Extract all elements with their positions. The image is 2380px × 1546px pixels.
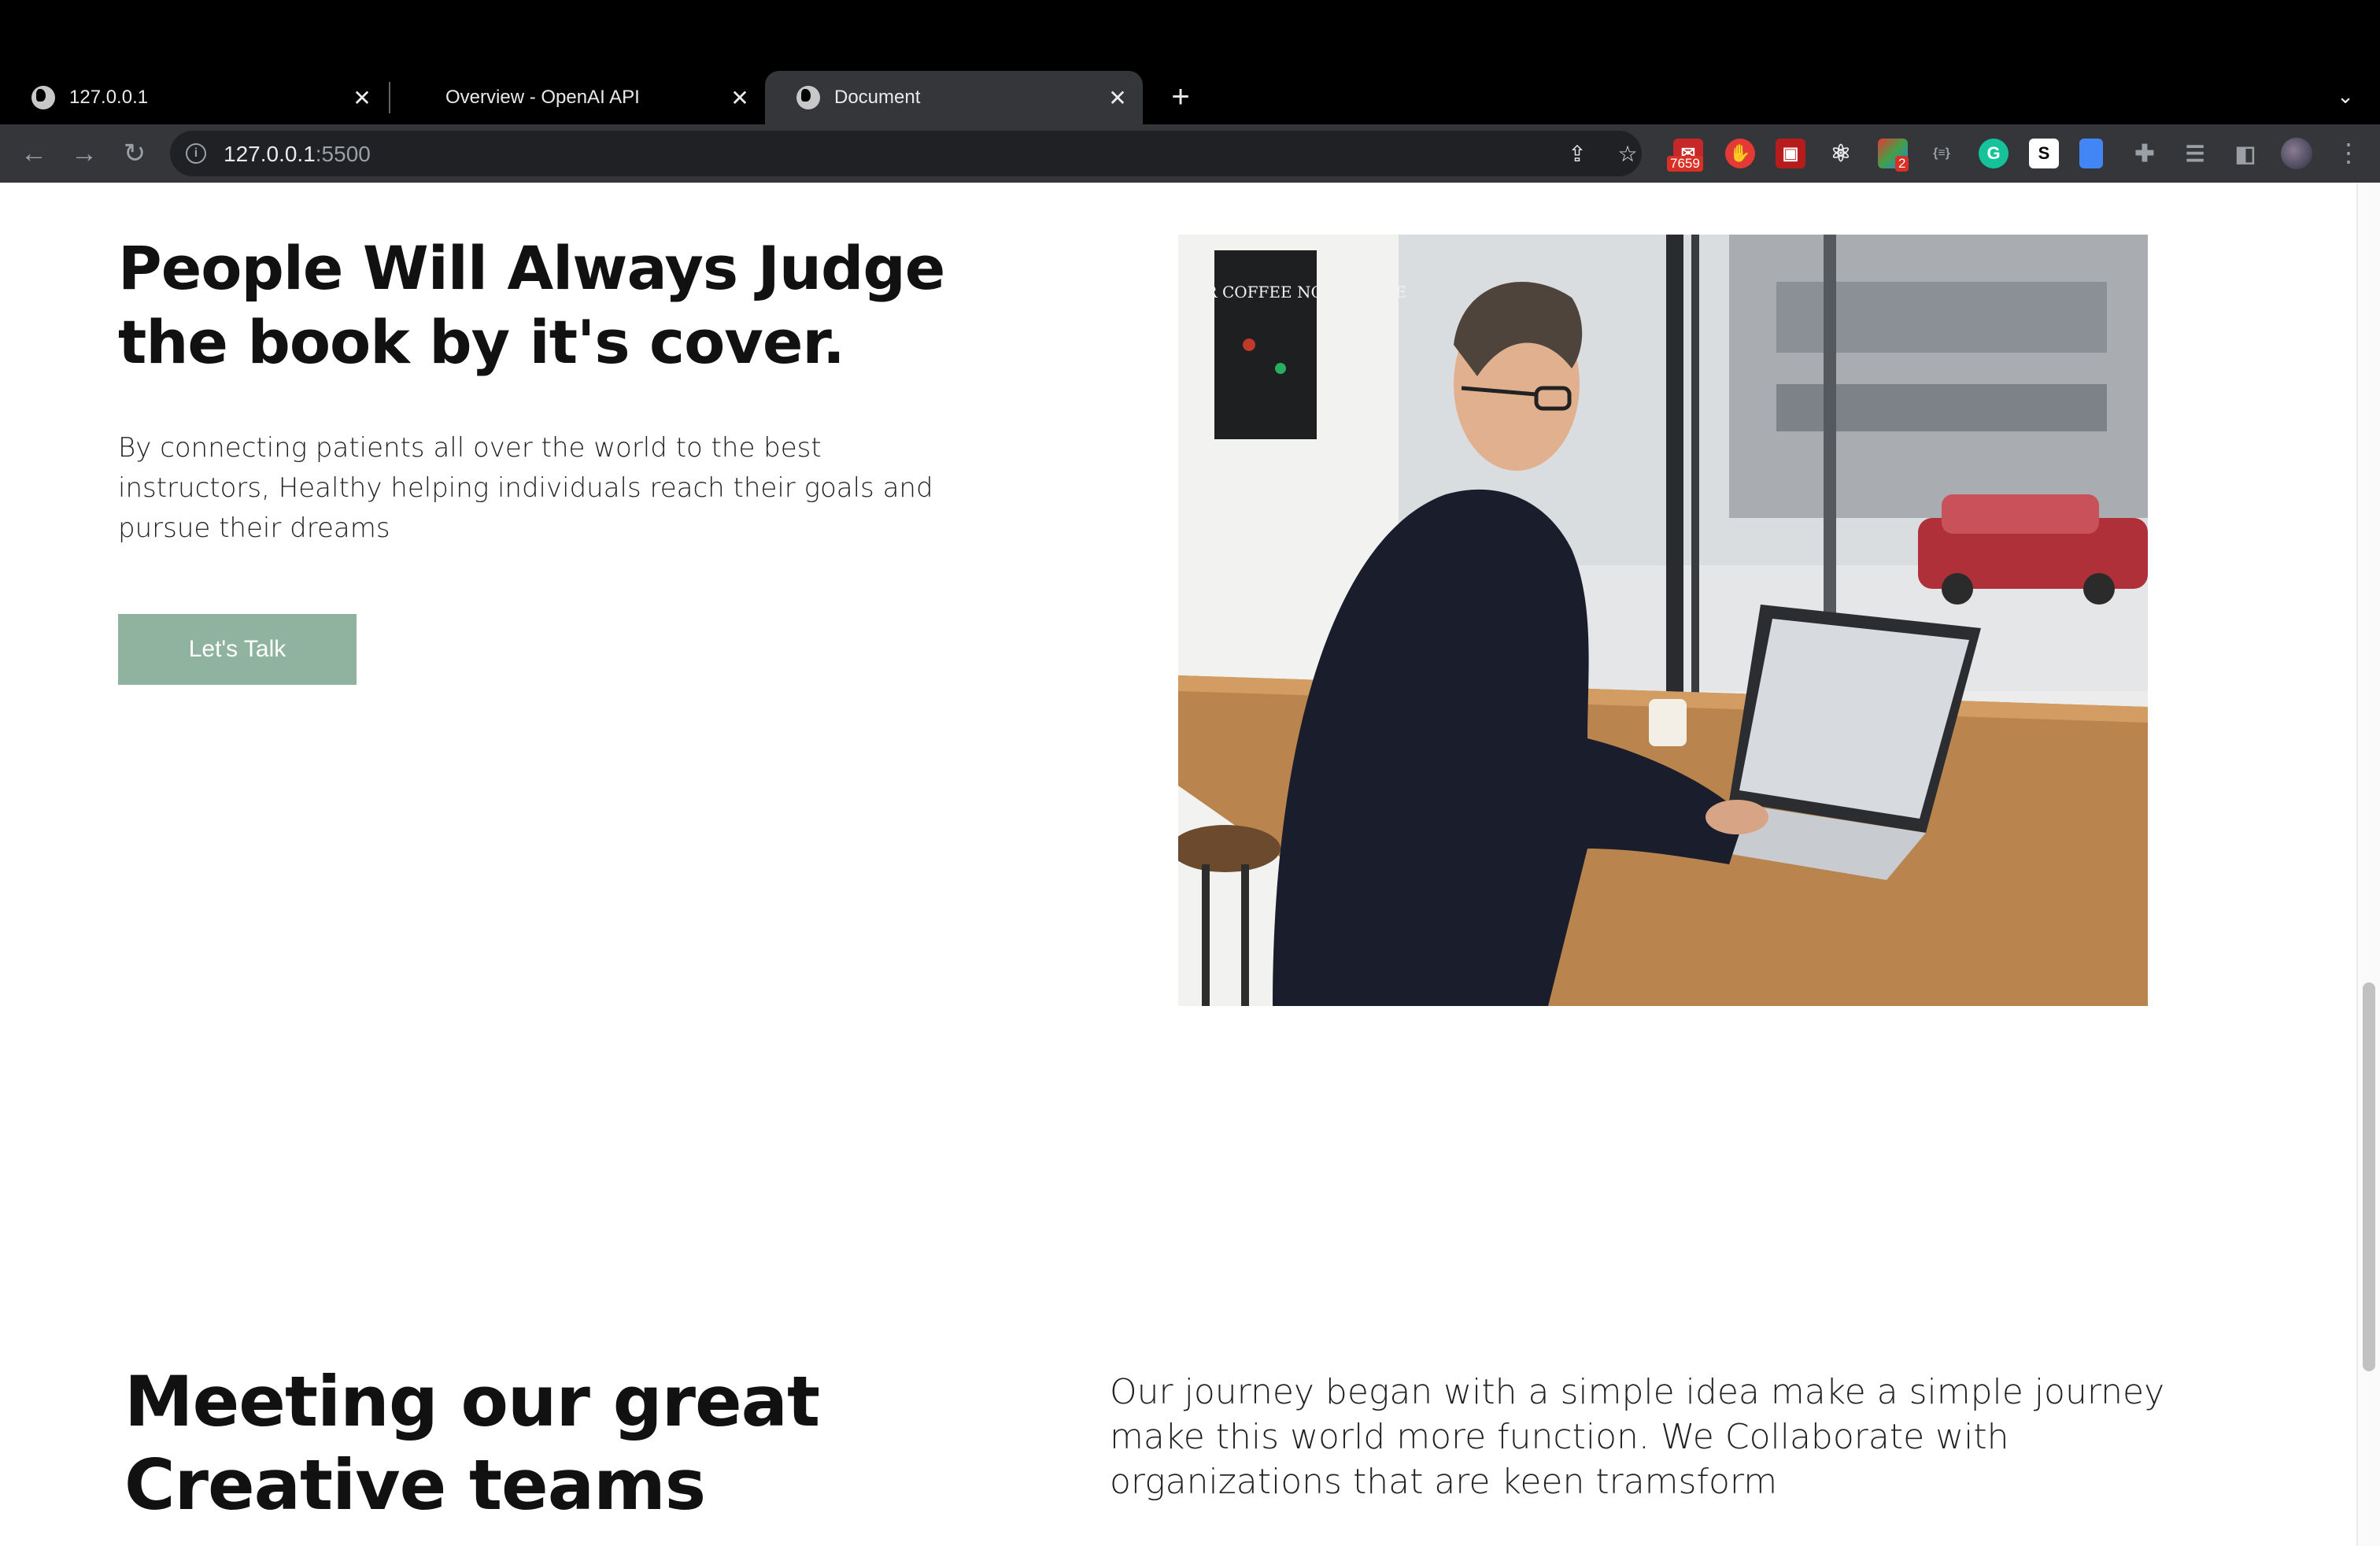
globe-icon: [31, 86, 55, 109]
url-host: 127.0.0.1: [224, 142, 316, 166]
tab-title: 127.0.0.1: [69, 87, 149, 108]
puzzle-icon[interactable]: ✚: [2130, 139, 2160, 168]
back-icon[interactable]: ←: [16, 135, 52, 172]
hero-title: People Will Always Judge the book by it'…: [118, 233, 945, 377]
close-icon[interactable]: ✕: [1103, 83, 1132, 112]
scrollbar-thumb[interactable]: [2363, 982, 2375, 1371]
tab-localhost[interactable]: 127.0.0.1 ✕: [0, 71, 387, 124]
lets-talk-button[interactable]: Let's Talk: [118, 614, 357, 685]
share-icon[interactable]: ⇪: [1563, 140, 1591, 168]
close-icon[interactable]: ✕: [348, 83, 376, 112]
avatar[interactable]: [2281, 138, 2312, 169]
tab-title: Document: [834, 87, 921, 108]
mail-badge: 7659: [1667, 156, 1703, 172]
bookmark-star-icon[interactable]: ☆: [1613, 140, 1642, 168]
hero-description: By connecting patients all over the worl…: [118, 432, 933, 544]
tab-title: Overview - OpenAI API: [445, 87, 640, 108]
json-extension-icon[interactable]: {≡}: [1927, 139, 1957, 168]
address-bar[interactable]: i 127.0.0.1:5500 ⇪ ☆: [170, 131, 1642, 176]
reading-list-icon[interactable]: ☰: [2180, 139, 2210, 168]
tab-search-icon[interactable]: ⌄: [2330, 80, 2361, 112]
team-section-description: Our journey began with a simple idea mak…: [1110, 1372, 2165, 1502]
menu-icon[interactable]: ⋮: [2333, 135, 2364, 172]
browser-chrome: 127.0.0.1 ✕ Overview - OpenAI API ✕ Docu…: [0, 0, 2380, 183]
grammarly-icon[interactable]: G: [1979, 139, 2009, 168]
forward-icon[interactable]: →: [66, 135, 102, 172]
multicolor-badge: 2: [1895, 156, 1909, 172]
image-extension-icon[interactable]: ▣: [1776, 139, 1805, 168]
tab-openai-overview[interactable]: Overview - OpenAI API ✕: [387, 71, 765, 124]
page-viewport: People Will Always Judge the book by it'…: [0, 183, 2380, 1546]
team-section-title: Meeting our great Creative teams: [124, 1361, 820, 1526]
new-tab-button[interactable]: +: [1162, 79, 1199, 117]
adblock-extension-icon[interactable]: ✋: [1725, 139, 1755, 168]
globe-icon: [796, 86, 820, 109]
url-text[interactable]: 127.0.0.1:5500: [224, 142, 371, 167]
docs-extension-icon[interactable]: [2079, 139, 2103, 168]
man-with-laptop-illustration: WE FILTER COFFEE NOT PEOPLE: [1178, 235, 2148, 1006]
s-extension-icon[interactable]: S: [2029, 139, 2059, 168]
hero-photo: WE FILTER COFFEE NOT PEOPLE: [1178, 235, 2148, 1006]
tab-strip: 127.0.0.1 ✕ Overview - OpenAI API ✕ Docu…: [0, 0, 2380, 124]
poster-text: WE FILTER COFFEE NOT PEOPLE: [1178, 283, 1406, 301]
tab-document[interactable]: Document ✕: [765, 71, 1143, 124]
close-icon[interactable]: ✕: [726, 83, 754, 112]
site-info-icon[interactable]: i: [186, 143, 206, 164]
side-panel-icon[interactable]: ◧: [2230, 139, 2260, 168]
react-icon[interactable]: ⚛: [1826, 139, 1856, 168]
reload-icon[interactable]: ↻: [116, 135, 153, 172]
browser-toolbar: ← → ↻ i 127.0.0.1:5500 ⇪ ☆: [0, 124, 2380, 183]
url-port: :5500: [315, 142, 371, 166]
